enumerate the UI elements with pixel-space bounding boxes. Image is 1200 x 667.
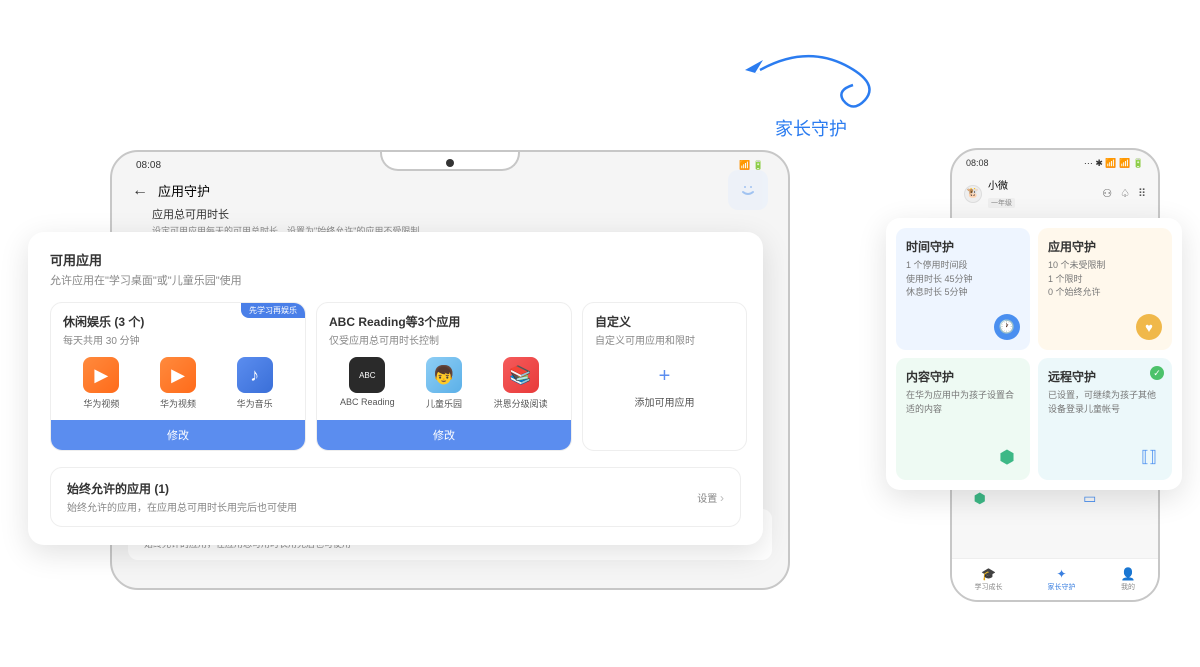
app-item[interactable]: ♪华为音乐: [219, 357, 291, 410]
always-desc: 始终允许的应用，在应用总可用时长用完后也可使用: [67, 499, 297, 514]
group-entertainment: 先学习再娱乐 休闲娱乐 (3 个) 每天共用 30 分钟 ▶华为视频 ▶华为视频…: [50, 302, 306, 451]
arrow-annotation: [725, 35, 905, 115]
huawei-video-icon: ▶: [160, 357, 196, 393]
group3-desc: 自定义可用应用和限时: [595, 332, 734, 347]
always-allow-row[interactable]: 始终允许的应用 (1) 始终允许的应用，在应用总可用时长用完后也可使用 设置 ›: [50, 467, 741, 527]
tablet-header: ← 应用守护: [112, 175, 788, 204]
card-line: 已设置，可继续为孩子其他设备登录儿童帐号: [1048, 389, 1162, 416]
chevron-right-icon: ›: [720, 491, 724, 505]
avatar[interactable]: 🐮: [964, 185, 982, 203]
app-item[interactable]: ABCABC Reading: [331, 357, 403, 410]
card-title: 内容守护: [906, 368, 1020, 385]
remote-guard-card[interactable]: ✓ 远程守护 已设置，可继续为孩子其他设备登录儿童帐号 ⟦⟧: [1038, 358, 1172, 480]
profile-grade: 一年级: [988, 198, 1015, 208]
overlay-title: 可用应用: [50, 250, 741, 269]
clock-icon: 🕐: [994, 314, 1020, 340]
graduation-icon: 🎓: [981, 567, 996, 581]
study-first-badge: 先学习再娱乐: [241, 303, 305, 318]
phone-statusbar: 08:08 ⋯ ✱ 📶 📶 🔋: [952, 150, 1158, 173]
card-small-icon: ▭: [1083, 490, 1096, 507]
group2-desc: 仅受应用总可用时长控制: [329, 332, 559, 347]
group-custom: 自定义 自定义可用应用和限时 + 添加可用应用: [582, 302, 747, 451]
group2-title: ABC Reading等3个应用: [329, 313, 559, 330]
menu-icon[interactable]: ⠿: [1138, 187, 1146, 200]
group-abc-reading: ABC Reading等3个应用 仅受应用总可用时长控制 ABCABC Read…: [316, 302, 572, 451]
available-apps-card: 可用应用 允许应用在"学习桌面"或"儿童乐园"使用 先学习再娱乐 休闲娱乐 (3…: [28, 232, 763, 545]
content-guard-card[interactable]: 内容守护 在华为应用中为孩子设置合适的内容 ⬢: [896, 358, 1030, 480]
huawei-video-icon: ▶: [83, 357, 119, 393]
phone-time: 08:08: [966, 158, 989, 169]
card-line: 在华为应用中为孩子设置合适的内容: [906, 389, 1020, 416]
hexagon-icon: ⬢: [994, 444, 1020, 470]
modify-button[interactable]: 修改: [317, 420, 571, 450]
subheader-title: 应用总可用时长: [152, 206, 748, 222]
card-line: 0 个始终允许: [1048, 286, 1162, 300]
bell-icon[interactable]: ♤: [1120, 187, 1130, 200]
card-line: 10 个未受限制: [1048, 259, 1162, 273]
app-guard-card[interactable]: 应用守护 10 个未受限制 1 个限时 0 个始终允许 ♥: [1038, 228, 1172, 350]
status-icons: ⋯ ✱ 📶 📶 🔋: [1084, 158, 1144, 169]
time-guard-card[interactable]: 时间守护 1 个停用时间段 使用时长 45分钟 休息时长 5分钟 🕐: [896, 228, 1030, 350]
guardian-cards: 时间守护 1 个停用时间段 使用时长 45分钟 休息时长 5分钟 🕐 应用守护 …: [886, 218, 1182, 490]
nav-guardian[interactable]: ✦家长守护: [1048, 567, 1076, 592]
annotation-label: 家长守护: [775, 115, 847, 141]
hexagon-small-icon: ⬢: [974, 490, 986, 507]
tablet-notch: [380, 151, 520, 171]
guardian-icon: ✦: [1056, 567, 1066, 581]
add-app-button[interactable]: + 添加可用应用: [595, 347, 734, 433]
card-line: 1 个停用时间段: [906, 259, 1020, 273]
card-line: 使用时长 45分钟: [906, 273, 1020, 287]
person-icon[interactable]: ⚇: [1102, 187, 1112, 200]
group1-desc: 每天共用 30 分钟: [63, 332, 293, 347]
check-icon: ✓: [1150, 366, 1164, 380]
tablet-time: 08:08: [136, 160, 161, 171]
plus-icon: +: [659, 365, 671, 388]
hongen-reading-icon: 📚: [503, 357, 539, 393]
overlay-desc: 允许应用在"学习桌面"或"儿童乐园"使用: [50, 272, 741, 288]
nav-mine[interactable]: 👤我的: [1121, 567, 1136, 592]
nav-study[interactable]: 🎓学习成长: [975, 567, 1003, 592]
card-title: 时间守护: [906, 238, 1020, 255]
phone-header: 🐮 小微 一年级 ⚇ ♤ ⠿: [952, 173, 1158, 214]
modify-button[interactable]: 修改: [51, 420, 305, 450]
app-item[interactable]: ▶华为视频: [65, 357, 137, 410]
card-line: 休息时长 5分钟: [906, 286, 1020, 300]
app-item[interactable]: 👦儿童乐园: [408, 357, 480, 410]
add-label: 添加可用应用: [635, 394, 695, 409]
tablet-title: 应用守护: [158, 181, 210, 200]
app-item[interactable]: 📚洪恩分级阅读: [485, 357, 557, 410]
person-icon: 👤: [1121, 567, 1136, 581]
abc-reading-icon: ABC: [349, 357, 385, 393]
app-item[interactable]: ▶华为视频: [142, 357, 214, 410]
phone-bottomnav: 🎓学习成长 ✦家长守护 👤我的: [952, 558, 1158, 600]
settings-link[interactable]: 设置 ›: [697, 490, 724, 505]
kids-park-icon: 👦: [426, 357, 462, 393]
nav-icons-peek: ⬢ ▭: [925, 490, 1145, 507]
card-title: 应用守护: [1048, 238, 1162, 255]
smiley-icon: [728, 170, 768, 210]
card-line: 1 个限时: [1048, 273, 1162, 287]
huawei-music-icon: ♪: [237, 357, 273, 393]
heart-icon: ♥: [1136, 314, 1162, 340]
card-title: 远程守护: [1048, 368, 1162, 385]
always-title: 始终允许的应用 (1): [67, 480, 297, 497]
profile-name: 小微: [988, 177, 1096, 192]
scan-icon: ⟦⟧: [1136, 444, 1162, 470]
back-icon[interactable]: ←: [132, 182, 148, 200]
group3-title: 自定义: [595, 313, 734, 330]
